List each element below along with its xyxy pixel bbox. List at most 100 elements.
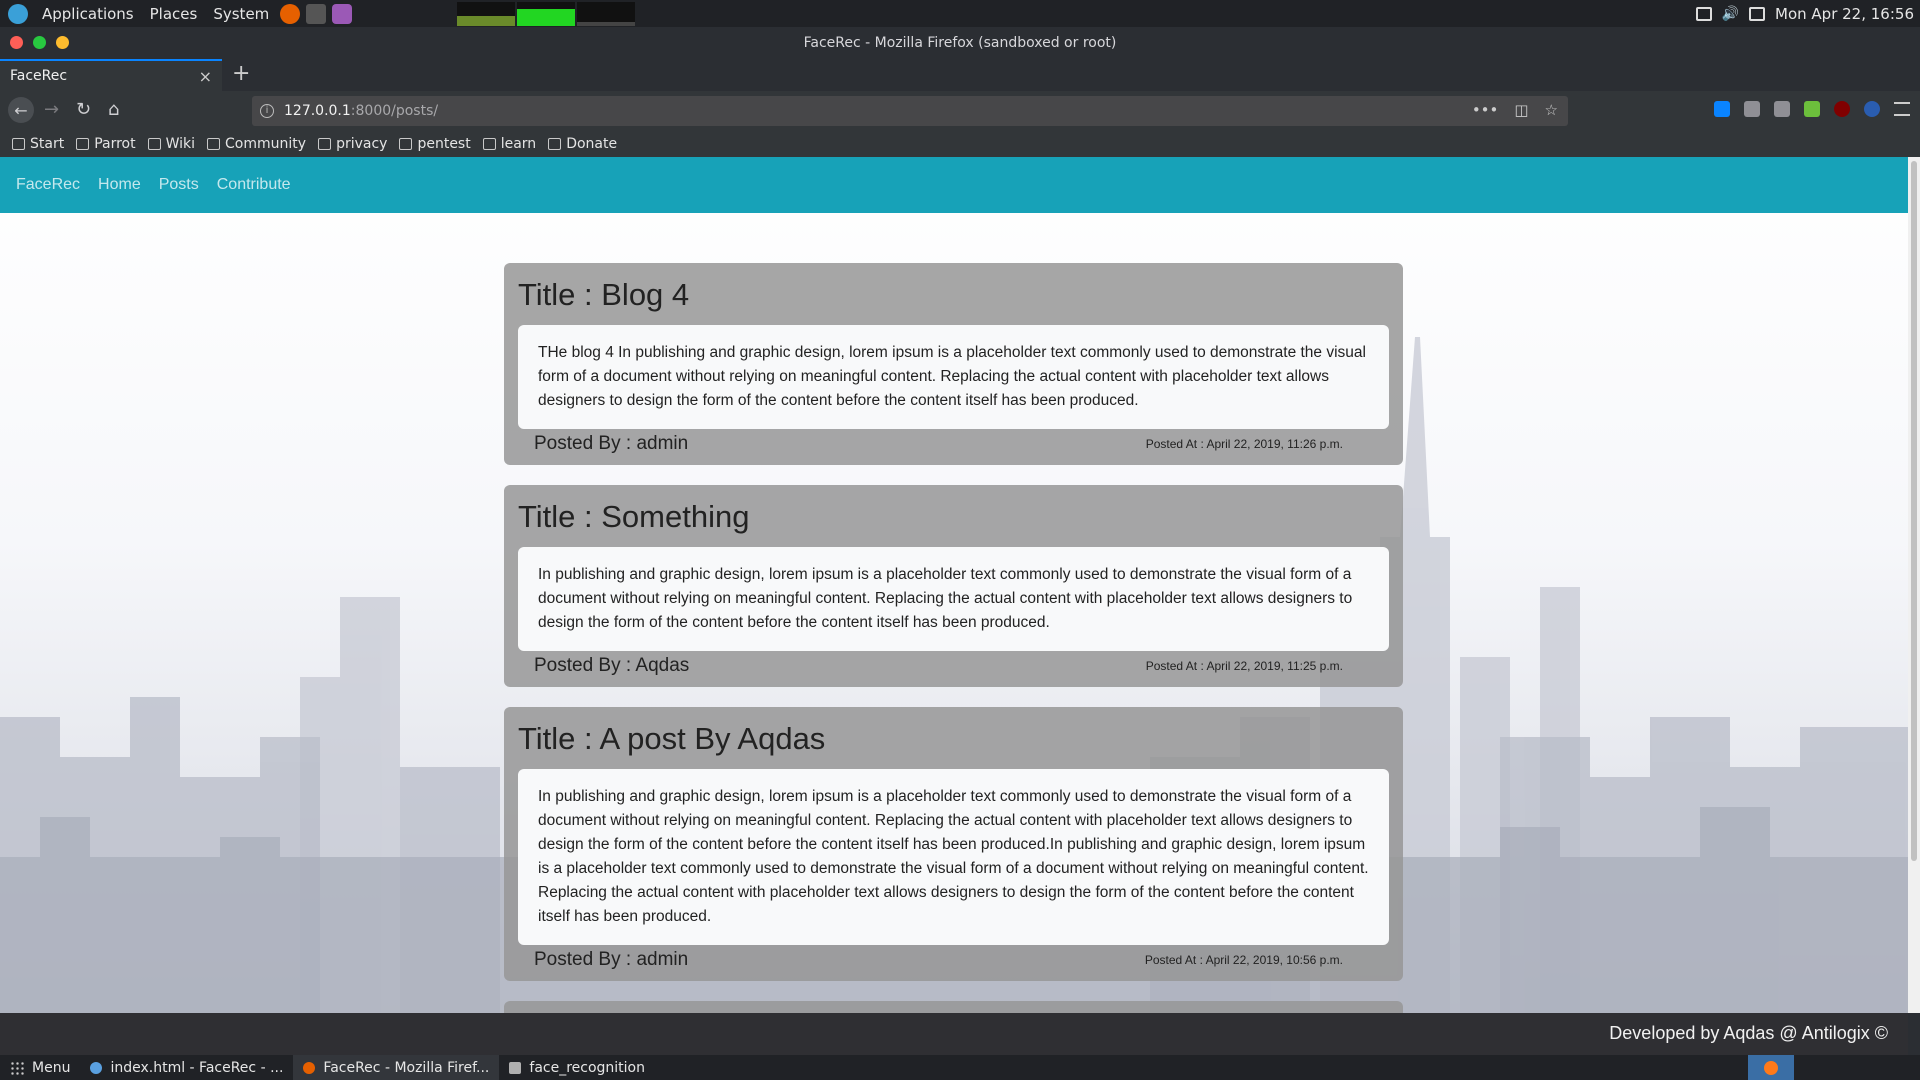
footer-credit: Developed by Aqdas @ Antilogix © [1609, 1023, 1888, 1043]
navigation-toolbar: ← → ↻ ⌂ i 127.0.0.1:8000/posts/ ••• ◫ ☆ [0, 91, 1920, 131]
workspace-2[interactable] [1794, 1055, 1894, 1080]
site-footer: Developed by Aqdas @ Antilogix © [0, 1013, 1908, 1055]
site-navbar: FaceRec Home Posts Contribute [0, 157, 1908, 213]
os-taskbar: Menu index.html - FaceRec - ... FaceRec … [0, 1055, 1920, 1080]
cpu-graph [457, 1, 516, 26]
text-editor-launcher-icon[interactable] [332, 3, 353, 24]
tab-strip: FaceRec × + [0, 59, 1920, 91]
hamburger-menu-icon[interactable] [1894, 102, 1910, 116]
taskbar-tray [1748, 1055, 1920, 1080]
post-meta: Posted By : admin Posted At : April 22, … [518, 945, 1389, 975]
new-tab-button[interactable]: + [232, 61, 250, 86]
post-card: Title : Blog 4 THe blog 4 In publishing … [504, 263, 1403, 465]
post-card: Title : A post By Aqdas In publishing an… [504, 707, 1403, 981]
folder-icon [509, 1061, 522, 1074]
pocket-icon[interactable]: ◫ [1514, 101, 1528, 119]
post-title: Title : Blog 4 [518, 277, 690, 312]
close-window-button[interactable] [10, 36, 23, 49]
bookmark-page-icon [207, 138, 221, 150]
minimize-window-button[interactable] [56, 36, 69, 49]
library-icon[interactable] [1744, 101, 1760, 117]
back-button[interactable]: ← [8, 97, 34, 123]
tab-title: FaceRec [10, 68, 68, 84]
firefox-launcher-icon[interactable] [280, 3, 301, 24]
page-actions-icon[interactable]: ••• [1472, 101, 1499, 119]
toolbar-extensions [1714, 101, 1910, 117]
tab-facerec[interactable]: FaceRec × [0, 59, 222, 91]
post-author: Posted By : admin [534, 433, 689, 454]
system-menu[interactable]: System [205, 0, 277, 27]
folder-icon [318, 138, 332, 150]
post-meta: Posted By : Aqdas Posted At : April 22, … [518, 651, 1389, 681]
bookmark-wiki[interactable]: Wiki [147, 136, 195, 152]
system-tray: 🔊 Mon Apr 22, 16:56 [1695, 0, 1914, 27]
post-body: In publishing and graphic design, lorem … [518, 769, 1389, 945]
post-timestamp: Posted At : April 22, 2019, 10:56 p.m. [1144, 953, 1343, 967]
forward-button[interactable]: → [44, 99, 59, 120]
window-titlebar: FaceRec - Mozilla Firefox (sandboxed or … [0, 27, 1920, 59]
sidebar-icon[interactable] [1774, 101, 1790, 117]
task-firefox[interactable]: FaceRec - Mozilla Firef... [293, 1055, 500, 1080]
task-index-html[interactable]: index.html - FaceRec - ... [80, 1055, 293, 1080]
menu-button[interactable]: Menu [0, 1055, 80, 1080]
bookmark-page-icon [76, 138, 90, 150]
url-bar[interactable]: i 127.0.0.1:8000/posts/ ••• ◫ ☆ [252, 96, 1568, 126]
applications-menu[interactable]: Applications [34, 0, 142, 27]
site-info-icon[interactable]: i [260, 104, 274, 118]
page-scrollbar[interactable] [1908, 157, 1920, 1013]
post-title: Title : A post By Aqdas [518, 721, 826, 756]
os-top-panel: Applications Places System 🔊 Mon Apr 22,… [0, 0, 1920, 27]
bookmark-page-icon [12, 138, 25, 150]
folder-icon [399, 138, 413, 150]
apps-grid-icon [10, 1060, 24, 1075]
post-body: In publishing and graphic design, lorem … [518, 547, 1389, 651]
extension-badge-icon[interactable] [1804, 101, 1820, 117]
bookmark-parrot[interactable]: Parrot [76, 136, 136, 152]
task-face-recognition[interactable]: face_recognition [499, 1055, 655, 1080]
scrollbar-thumb[interactable] [1911, 161, 1917, 861]
post-author: Posted By : admin [534, 949, 689, 970]
post-meta: Posted By : admin Posted At : April 22, … [518, 429, 1389, 459]
post-author: Posted By : Aqdas [534, 655, 690, 676]
screen-icon[interactable] [1749, 6, 1766, 21]
folder-icon [482, 138, 496, 150]
nav-home-link[interactable]: Home [98, 176, 141, 194]
show-desktop-button[interactable] [1894, 1055, 1920, 1080]
bookmark-folder-privacy[interactable]: privacy [318, 136, 387, 152]
bookmark-community[interactable]: Community [207, 136, 306, 152]
post-card-partial [504, 1001, 1403, 1013]
display-icon[interactable] [1695, 6, 1712, 21]
close-tab-icon[interactable]: × [199, 67, 212, 86]
bookmark-star-icon[interactable]: ☆ [1545, 101, 1558, 119]
ublock-icon[interactable] [1834, 101, 1850, 117]
window-controls [10, 36, 69, 49]
downloads-icon[interactable] [1714, 101, 1730, 117]
nav-posts-link[interactable]: Posts [159, 176, 199, 194]
places-menu[interactable]: Places [142, 0, 206, 27]
post-timestamp: Posted At : April 22, 2019, 11:26 p.m. [1145, 437, 1343, 451]
posts-list: Title : Blog 4 THe blog 4 In publishing … [504, 263, 1403, 1013]
firefox-icon [303, 1061, 316, 1074]
url-host: 127.0.0.1 [284, 103, 351, 119]
home-button[interactable]: ⌂ [108, 99, 119, 120]
site-brand-link[interactable]: FaceRec [16, 176, 80, 194]
bookmark-donate[interactable]: Donate [548, 136, 617, 152]
bookmark-start[interactable]: Start [12, 136, 64, 152]
post-card: Title : Something In publishing and grap… [504, 485, 1403, 687]
nav-contribute-link[interactable]: Contribute [217, 176, 291, 194]
post-timestamp: Posted At : April 22, 2019, 11:25 p.m. [1145, 659, 1343, 673]
reload-button[interactable]: ↻ [76, 99, 91, 120]
extension-s-icon[interactable] [1864, 101, 1880, 117]
post-title: Title : Something [518, 499, 750, 534]
url-actions: ••• ◫ ☆ [1472, 101, 1558, 119]
workspace-1[interactable] [1748, 1055, 1794, 1080]
clock[interactable]: Mon Apr 22, 16:56 [1775, 5, 1914, 23]
page-viewport: FaceRec Home Posts Contribute Title : Bl… [0, 157, 1908, 1013]
parrot-logo-icon[interactable] [8, 3, 28, 24]
bookmark-folder-pentest[interactable]: pentest [399, 136, 471, 152]
bookmark-page-icon [548, 138, 562, 150]
maximize-window-button[interactable] [33, 36, 46, 49]
bookmark-folder-learn[interactable]: learn [482, 136, 536, 152]
terminal-launcher-icon[interactable] [306, 3, 327, 24]
volume-icon[interactable]: 🔊 [1722, 6, 1739, 22]
